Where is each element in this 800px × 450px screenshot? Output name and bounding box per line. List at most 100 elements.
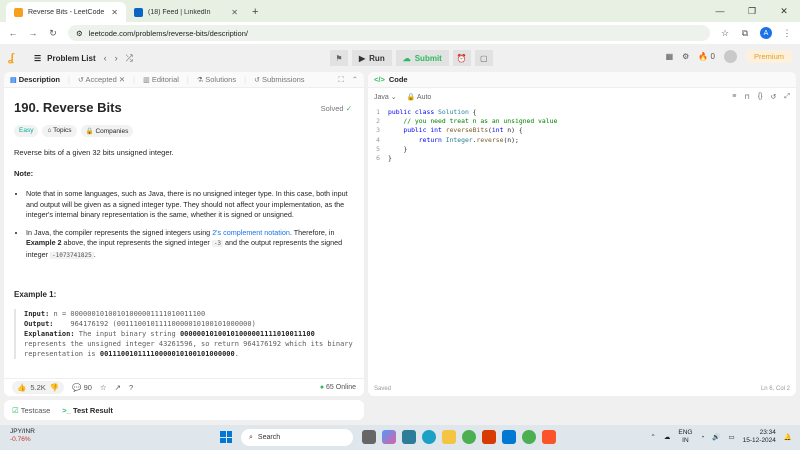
inline-code: -3 bbox=[211, 240, 224, 248]
layout-icon[interactable]: ▦ bbox=[666, 52, 674, 61]
topics-tag[interactable]: ⌂ Topics bbox=[42, 125, 77, 137]
browser-tab-linkedin[interactable]: (18) Feed | LinkedIn ✕ bbox=[126, 2, 246, 22]
code-toolbar: Java ⌄ 🔒 Auto ≡ ⊓ {} ↺ ⤢ bbox=[368, 88, 796, 106]
notes-icon[interactable]: ▢ bbox=[474, 50, 493, 66]
language-select[interactable]: Java ⌄ bbox=[374, 93, 397, 101]
thumbs-down-icon[interactable]: 👎 bbox=[50, 383, 59, 392]
debug-icon[interactable]: ⚑ bbox=[330, 50, 348, 66]
chrome-icon[interactable] bbox=[462, 430, 476, 444]
file-explorer-icon[interactable] bbox=[442, 430, 456, 444]
forward-icon[interactable]: → bbox=[28, 28, 38, 38]
taskbar-search[interactable]: ⌕ Search bbox=[241, 429, 353, 446]
tab-description[interactable]: ▤ Description bbox=[10, 75, 60, 84]
leetcode-logo-icon[interactable]: ʆ bbox=[8, 52, 20, 64]
tab-submissions[interactable]: ↺ Submissions bbox=[254, 75, 305, 84]
tab-test-result[interactable]: >_ Test Result bbox=[62, 406, 113, 415]
task-view-icon[interactable] bbox=[362, 430, 376, 444]
back-icon[interactable]: ← bbox=[8, 28, 18, 38]
format-icon[interactable]: ≡ bbox=[732, 93, 736, 101]
fullscreen-icon[interactable]: ⤢ bbox=[784, 93, 790, 101]
share-icon[interactable]: ↗ bbox=[115, 383, 121, 392]
vscode-icon[interactable] bbox=[502, 430, 516, 444]
problem-list-label: Problem List bbox=[47, 53, 96, 63]
note-item: Note that in some languages, such as Jav… bbox=[26, 189, 354, 221]
difficulty-badge: Easy bbox=[14, 125, 39, 137]
code-editor[interactable]: 1 public class Solution { 2 // you need t… bbox=[368, 106, 796, 163]
start-button[interactable] bbox=[220, 431, 232, 443]
browser-tab-leetcode[interactable]: Reverse Bits - LeetCode ✕ bbox=[6, 2, 126, 22]
brave-icon[interactable] bbox=[542, 430, 556, 444]
run-button[interactable]: ▶ Run bbox=[352, 50, 392, 66]
cloud-icon[interactable]: ☁ bbox=[664, 433, 671, 441]
leetcode-favicon-icon bbox=[14, 7, 23, 17]
code-panel-header: </> Code bbox=[368, 72, 796, 88]
premium-button[interactable]: Premium bbox=[745, 50, 792, 63]
code-line: 4 return Integer. reverse (n); bbox=[376, 135, 519, 144]
minimize-icon[interactable]: — bbox=[704, 6, 736, 16]
user-avatar[interactable] bbox=[723, 50, 737, 63]
office-icon[interactable] bbox=[482, 430, 496, 444]
streak-counter[interactable]: 🔥 0 bbox=[698, 52, 715, 61]
close-tab-icon[interactable]: ✕ bbox=[111, 8, 118, 17]
photos-icon[interactable] bbox=[402, 430, 416, 444]
copilot-icon[interactable] bbox=[382, 430, 396, 444]
shuffle-icon[interactable]: ⤮ bbox=[126, 53, 133, 64]
submit-button[interactable]: ☁ Submit bbox=[395, 50, 449, 66]
maximize-icon[interactable]: ❐ bbox=[736, 6, 768, 17]
code-panel: </> Code Java ⌄ 🔒 Auto ≡ ⊓ {} ↺ ⤢ 1 publi… bbox=[368, 72, 796, 396]
code-line: 2 // you need treat n as an unsigned val… bbox=[376, 117, 558, 126]
tab-testcase[interactable]: ☑ Testcase bbox=[12, 406, 50, 415]
terminal-icon: >_ bbox=[62, 405, 71, 415]
favorite-star-icon[interactable]: ☆ bbox=[100, 383, 107, 392]
next-problem-icon[interactable]: › bbox=[115, 53, 118, 63]
chevron-up-icon[interactable]: ⌃ bbox=[650, 433, 655, 441]
example-heading: Example 1: bbox=[14, 289, 57, 299]
note-item: In Java, the compiler represents the sig… bbox=[26, 228, 354, 262]
checkbox-icon: ☑ bbox=[12, 405, 19, 415]
extensions-icon[interactable]: ⧉ bbox=[740, 28, 750, 39]
problem-list-button[interactable]: ☰ Problem List bbox=[34, 54, 96, 63]
maximize-panel-icon[interactable]: ⛶ bbox=[338, 75, 343, 85]
volume-icon[interactable]: 🔊 bbox=[712, 433, 720, 441]
list-icon: ☰ bbox=[34, 53, 42, 63]
thumbs-up-icon: 👍 bbox=[17, 383, 27, 392]
browser-menu-icon[interactable]: ⋮ bbox=[782, 28, 792, 39]
new-tab-button[interactable]: + bbox=[246, 2, 264, 22]
companies-tag[interactable]: 🔒 Companies bbox=[80, 125, 134, 137]
twos-complement-link[interactable]: 2's complement notation bbox=[212, 228, 290, 237]
tab-accepted[interactable]: ↺ Accepted ✕ bbox=[78, 75, 125, 84]
close-tab-icon[interactable]: ✕ bbox=[231, 8, 238, 17]
comments-button[interactable]: 💬 90 bbox=[72, 383, 92, 392]
chrome-active-icon[interactable] bbox=[522, 430, 536, 444]
lock-icon: 🔒 bbox=[85, 128, 94, 135]
like-button[interactable]: 👍 5.2K 👎 bbox=[12, 381, 65, 394]
check-circle-icon: ✓ bbox=[345, 104, 352, 113]
battery-icon[interactable]: ▭ bbox=[729, 433, 735, 441]
close-window-icon[interactable]: ✕ bbox=[768, 6, 800, 17]
bookmark-star-icon[interactable]: ☆ bbox=[720, 28, 730, 39]
tab-editorial[interactable]: ▥ Editorial bbox=[143, 75, 179, 84]
reset-icon[interactable]: ↺ bbox=[771, 93, 777, 101]
tab-solutions[interactable]: ⚗ Solutions bbox=[197, 75, 236, 84]
language-indicator[interactable]: ENG IN bbox=[678, 429, 692, 445]
url-input[interactable]: ⚙ leetcode.com/problems/reverse-bits/des… bbox=[68, 25, 710, 41]
tab-separator: | bbox=[67, 75, 70, 84]
notification-bell-icon[interactable]: 🔔 bbox=[784, 433, 792, 441]
bookmark-icon[interactable]: ⊓ bbox=[744, 93, 749, 101]
timer-icon[interactable]: ⏰ bbox=[452, 50, 471, 66]
prev-problem-icon[interactable]: ‹ bbox=[104, 53, 107, 63]
braces-icon[interactable]: {} bbox=[758, 93, 763, 101]
wifi-icon[interactable]: ◔ bbox=[700, 434, 704, 441]
profile-avatar[interactable]: A bbox=[760, 27, 772, 39]
linkedin-favicon-icon bbox=[134, 7, 143, 17]
help-icon[interactable]: ? bbox=[129, 383, 133, 392]
problem-title[interactable]: 190. Reverse Bits bbox=[14, 100, 354, 115]
settings-icon[interactable]: ⚙ bbox=[682, 52, 689, 61]
site-info-icon[interactable]: ⚙ bbox=[76, 29, 83, 38]
autocomplete-toggle[interactable]: 🔒 Auto bbox=[407, 93, 432, 101]
clock[interactable]: 23:34 15-12-2024 bbox=[743, 429, 776, 445]
edge-icon[interactable] bbox=[422, 430, 436, 444]
stock-ticker-widget[interactable]: JPY/INR -0.76% bbox=[10, 428, 35, 444]
reload-icon[interactable]: ↻ bbox=[48, 28, 58, 39]
collapse-panel-icon[interactable]: ⌃ bbox=[352, 75, 358, 85]
